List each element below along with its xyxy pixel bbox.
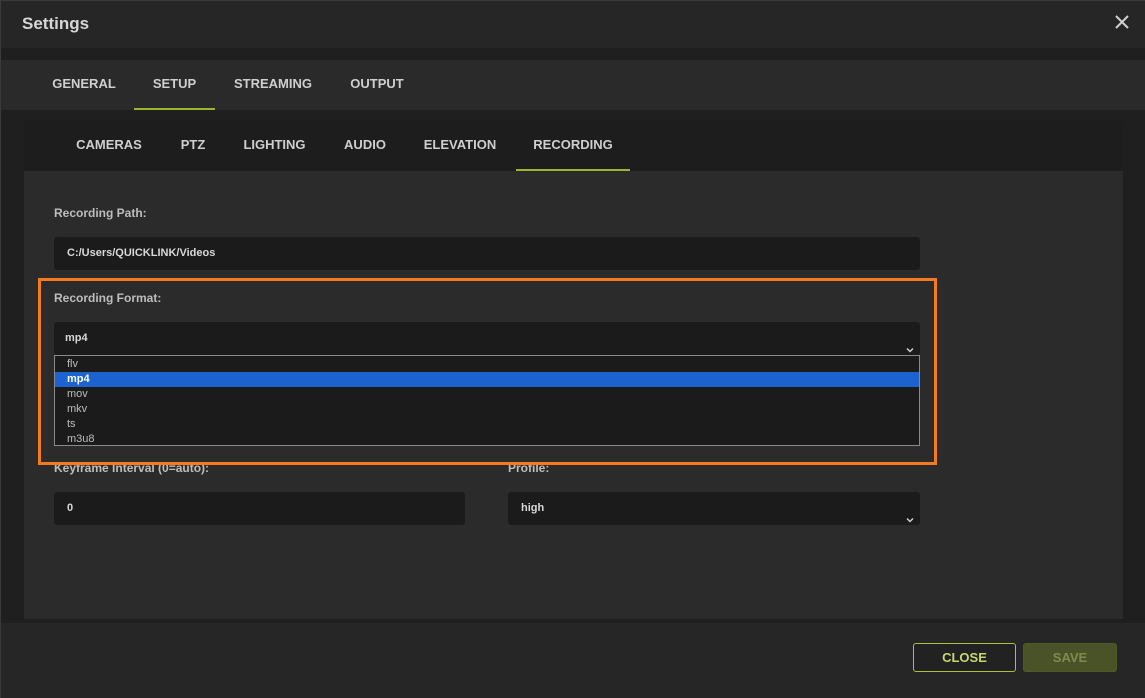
sub-tab-bar: CAMERAS PTZ LIGHTING AUDIO ELEVATION REC… xyxy=(24,121,1123,171)
format-option-mov[interactable]: mov xyxy=(55,387,919,402)
chevron-down-icon xyxy=(906,505,914,523)
tab-audio[interactable]: AUDIO xyxy=(324,121,406,171)
main-tab-bar: GENERAL SETUP STREAMING OUTPUT xyxy=(1,60,1145,110)
tab-elevation[interactable]: ELEVATION xyxy=(406,121,514,171)
format-option-ts[interactable]: ts xyxy=(55,417,919,432)
keyframe-interval-value: 0 xyxy=(67,502,74,514)
keyframe-interval-label: Keyframe Interval (0=auto): xyxy=(54,461,210,475)
profile-select[interactable]: high xyxy=(508,492,920,525)
tab-setup[interactable]: SETUP xyxy=(134,60,215,110)
keyframe-interval-input[interactable]: 0 xyxy=(54,492,465,525)
recording-format-select[interactable]: mp4 xyxy=(54,322,920,355)
tab-output[interactable]: OUTPUT xyxy=(331,60,423,110)
profile-value: high xyxy=(521,502,545,514)
tab-lighting[interactable]: LIGHTING xyxy=(225,121,324,171)
format-option-mkv[interactable]: mkv xyxy=(55,402,919,417)
recording-path-label: Recording Path: xyxy=(54,206,147,220)
close-icon[interactable] xyxy=(1112,12,1132,32)
format-option-mp4[interactable]: mp4 xyxy=(55,372,919,387)
dialog-title: Settings xyxy=(22,14,90,33)
recording-path-value: C:/Users/QUICKLINK/Videos xyxy=(67,247,216,259)
tab-cameras[interactable]: CAMERAS xyxy=(57,121,161,171)
save-button[interactable]: SAVE xyxy=(1023,643,1117,672)
title-bar: Settings xyxy=(1,1,1145,48)
tab-ptz[interactable]: PTZ xyxy=(161,121,225,171)
format-option-flv[interactable]: flv xyxy=(55,357,919,372)
tab-recording[interactable]: RECORDING xyxy=(516,121,630,171)
chevron-down-icon xyxy=(906,335,914,353)
recording-format-options: flv mp4 mov mkv ts m3u8 xyxy=(54,355,920,446)
profile-label: Profile: xyxy=(508,461,550,475)
recording-path-input[interactable]: C:/Users/QUICKLINK/Videos xyxy=(54,237,920,270)
tab-streaming[interactable]: STREAMING xyxy=(215,60,331,110)
tab-general[interactable]: GENERAL xyxy=(35,60,133,110)
settings-dialog: Settings GENERAL SETUP STREAMING OUTPUT … xyxy=(0,0,1145,698)
recording-format-label: Recording Format: xyxy=(54,291,162,305)
recording-format-value: mp4 xyxy=(65,332,88,344)
format-option-m3u8[interactable]: m3u8 xyxy=(55,432,919,447)
divider xyxy=(1,48,1145,60)
close-button[interactable]: CLOSE xyxy=(913,643,1016,672)
